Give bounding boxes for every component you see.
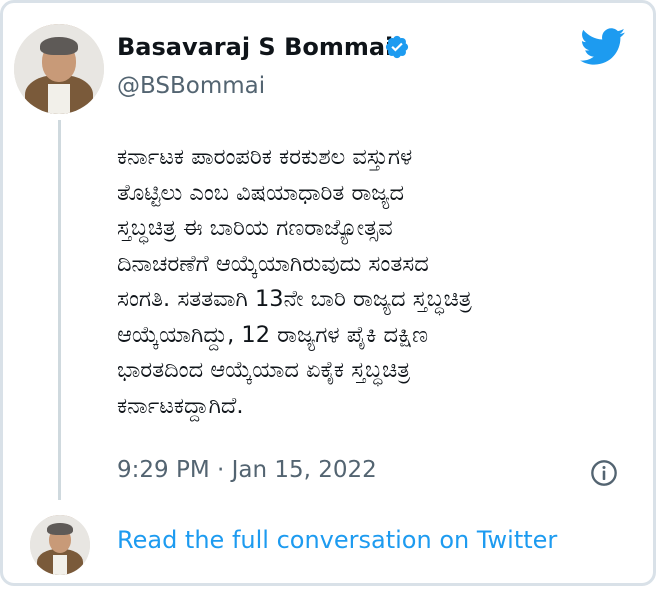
reply-avatar[interactable] [30,515,90,575]
info-icon[interactable] [590,459,618,487]
thread-line [58,120,61,500]
author-avatar[interactable] [14,24,104,114]
author-handle[interactable]: @BSBommai [117,73,265,99]
author-name[interactable]: Basavaraj S Bommai [117,33,393,61]
tweet-text: ಕರ್ನಾಟಕ ಪಾರಂಪರಿಕ ಕರಕುಶಲ ವಸ್ತುಗಳ ತೊಟ್ಟಿಲು… [117,144,472,419]
twitter-bird-icon[interactable] [580,28,626,66]
tweet-timestamp[interactable]: 9:29 PM · Jan 15, 2022 [117,457,377,483]
read-conversation-link[interactable]: Read the full conversation on Twitter [117,526,557,554]
verified-badge-icon [385,35,409,59]
